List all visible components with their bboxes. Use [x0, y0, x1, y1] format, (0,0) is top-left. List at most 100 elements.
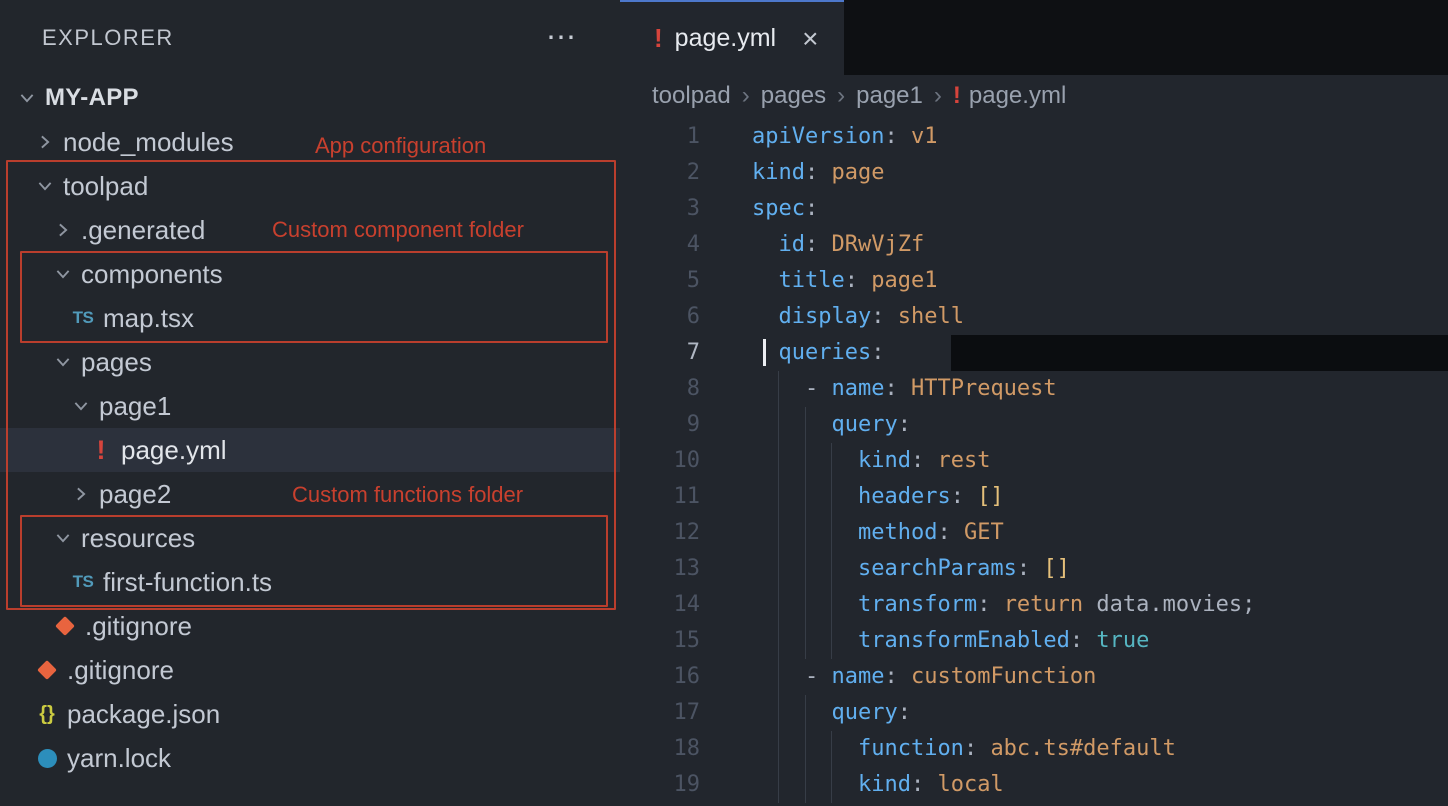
json-icon: {} [32, 703, 62, 726]
tree-item-label: .gitignore [85, 611, 192, 642]
line-number: 12 [620, 515, 700, 551]
indent-guide [778, 479, 779, 515]
code-line-15[interactable]: 15 transformEnabled: true [620, 623, 1448, 659]
code-line-6[interactable]: 6 display: shell [620, 299, 1448, 335]
tree-item--gitignore[interactable]: .gitignore [0, 604, 620, 648]
code-line-11[interactable]: 11 headers: [] [620, 479, 1448, 515]
indent-guide [831, 443, 832, 479]
code-line-12[interactable]: 12 method: GET [620, 515, 1448, 551]
indent-guide [805, 515, 806, 551]
tree-item-resources[interactable]: resources [0, 516, 620, 560]
more-actions-icon[interactable]: ⋯ [546, 23, 576, 53]
code-line-7[interactable]: 7 queries: [620, 335, 1448, 371]
code-line-1[interactable]: 1apiVersion: v1 [620, 119, 1448, 155]
code-line-text: query: [752, 695, 1448, 731]
tree-item-page1[interactable]: page1 [0, 384, 620, 428]
code-line-8[interactable]: 8 - name: HTTPrequest [620, 371, 1448, 407]
code-line-17[interactable]: 17 query: [620, 695, 1448, 731]
code-line-text: spec: [752, 191, 1448, 227]
chevron-right-icon [50, 220, 76, 240]
tree-item-node-modules[interactable]: node_modules [0, 120, 620, 164]
tree-item-yarn-lock[interactable]: yarn.lock [0, 736, 620, 780]
chevron-down-icon [50, 528, 76, 548]
line-number: 10 [620, 443, 700, 479]
tree-item-label: pages [81, 347, 152, 378]
line-number: 16 [620, 659, 700, 695]
chevron-down-icon [32, 176, 58, 196]
tab-page-yml[interactable]: ! page.yml × [620, 0, 844, 75]
tree-item-label: page2 [99, 479, 171, 510]
line-number: 3 [620, 191, 700, 227]
code-line-text: queries: [752, 335, 1448, 371]
chevron-down-icon [14, 88, 40, 108]
indent-guide [778, 623, 779, 659]
chevron-down-icon [68, 396, 94, 416]
code-line-2[interactable]: 2kind: page [620, 155, 1448, 191]
indent-guide [778, 515, 779, 551]
breadcrumb-item-toolpad[interactable]: toolpad [652, 82, 731, 110]
breadcrumb-item-page-yml[interactable]: !page.yml [953, 82, 1066, 110]
code-line-text: - name: HTTPrequest [752, 371, 1448, 407]
explorer-sidebar: EXPLORER ⋯ MY-APP node_modulestoolpad .gen… [0, 0, 620, 806]
tree-item-map-tsx[interactable]: TSmap.tsx [0, 296, 620, 340]
breadcrumb-item-page1[interactable]: page1 [856, 82, 923, 110]
code-line-13[interactable]: 13 searchParams: [] [620, 551, 1448, 587]
code-line-4[interactable]: 4 id: DRwVjZf [620, 227, 1448, 263]
line-number: 2 [620, 155, 700, 191]
indent-guide [778, 443, 779, 479]
code-line-19[interactable]: 19 kind: local [620, 767, 1448, 803]
tree-item-toolpad[interactable]: toolpad [0, 164, 620, 208]
breadcrumb-item-pages[interactable]: pages [761, 82, 826, 110]
line-number: 1 [620, 119, 700, 155]
git-icon [32, 663, 62, 677]
indent-guide [831, 767, 832, 803]
code-line-18[interactable]: 18 function: abc.ts#default [620, 731, 1448, 767]
tree-item--gitignore[interactable]: .gitignore [0, 648, 620, 692]
line-number: 6 [620, 299, 700, 335]
explorer-title: EXPLORER [42, 25, 174, 51]
tree-item--generated[interactable]: .generated [0, 208, 620, 252]
indent-guide [831, 623, 832, 659]
tree-item-components[interactable]: components [0, 252, 620, 296]
code-editor[interactable]: 1apiVersion: v12kind: page3 spec:4 id: DR… [620, 117, 1448, 806]
code-line-text: display: shell [752, 299, 1448, 335]
vscode-window: EXPLORER ⋯ MY-APPnode_modulestoolpad.gen… [0, 0, 1448, 806]
workspace-root-label: MY-APP [45, 84, 139, 112]
breadcrumb-label: page1 [856, 82, 923, 110]
breadcrumb-separator-icon: › [742, 82, 750, 110]
yarn-icon [32, 749, 62, 768]
tree-item-package-json[interactable]: {}package.json [0, 692, 620, 736]
tree-item-label: map.tsx [103, 303, 194, 334]
code-line-16[interactable]: 16 - name: customFunction [620, 659, 1448, 695]
tree-item-first-function-ts[interactable]: TSfirst-function.ts [0, 560, 620, 604]
code-line-14[interactable]: 14 transform: return data.movies; [620, 587, 1448, 623]
close-icon[interactable]: × [802, 25, 818, 53]
code-line-9[interactable]: 9 query: [620, 407, 1448, 443]
workspace-root[interactable]: MY-APP [0, 76, 620, 120]
code-line-5[interactable]: 5 title: page1 [620, 263, 1448, 299]
code-line-3[interactable]: 3 spec: [620, 191, 1448, 227]
indent-guide [805, 623, 806, 659]
tree-item-page2[interactable]: page2 [0, 472, 620, 516]
line-number: 9 [620, 407, 700, 443]
tree-item-label: .gitignore [67, 655, 174, 686]
typescript-icon: TS [68, 572, 98, 592]
chevron-down-icon [50, 352, 76, 372]
code-line-10[interactable]: 10 kind: rest [620, 443, 1448, 479]
code-line-text: method: GET [752, 515, 1448, 551]
tree-item-label: node_modules [63, 127, 234, 158]
breadcrumb-label: toolpad [652, 82, 731, 110]
tree-item-page-yml[interactable]: !page.yml [0, 428, 620, 472]
indent-guide [805, 731, 806, 767]
line-number: 11 [620, 479, 700, 515]
tree-item-pages[interactable]: pages [0, 340, 620, 384]
code-line-text: headers: [] [752, 479, 1448, 515]
indent-guide [778, 695, 779, 731]
indent-guide [805, 587, 806, 623]
breadcrumb-separator-icon: › [934, 82, 942, 110]
git-icon [50, 619, 80, 633]
indent-guide [778, 767, 779, 803]
tree-item-label: yarn.lock [67, 743, 171, 774]
code-line-text: searchParams: [] [752, 551, 1448, 587]
tree-item-label: toolpad [63, 171, 148, 202]
